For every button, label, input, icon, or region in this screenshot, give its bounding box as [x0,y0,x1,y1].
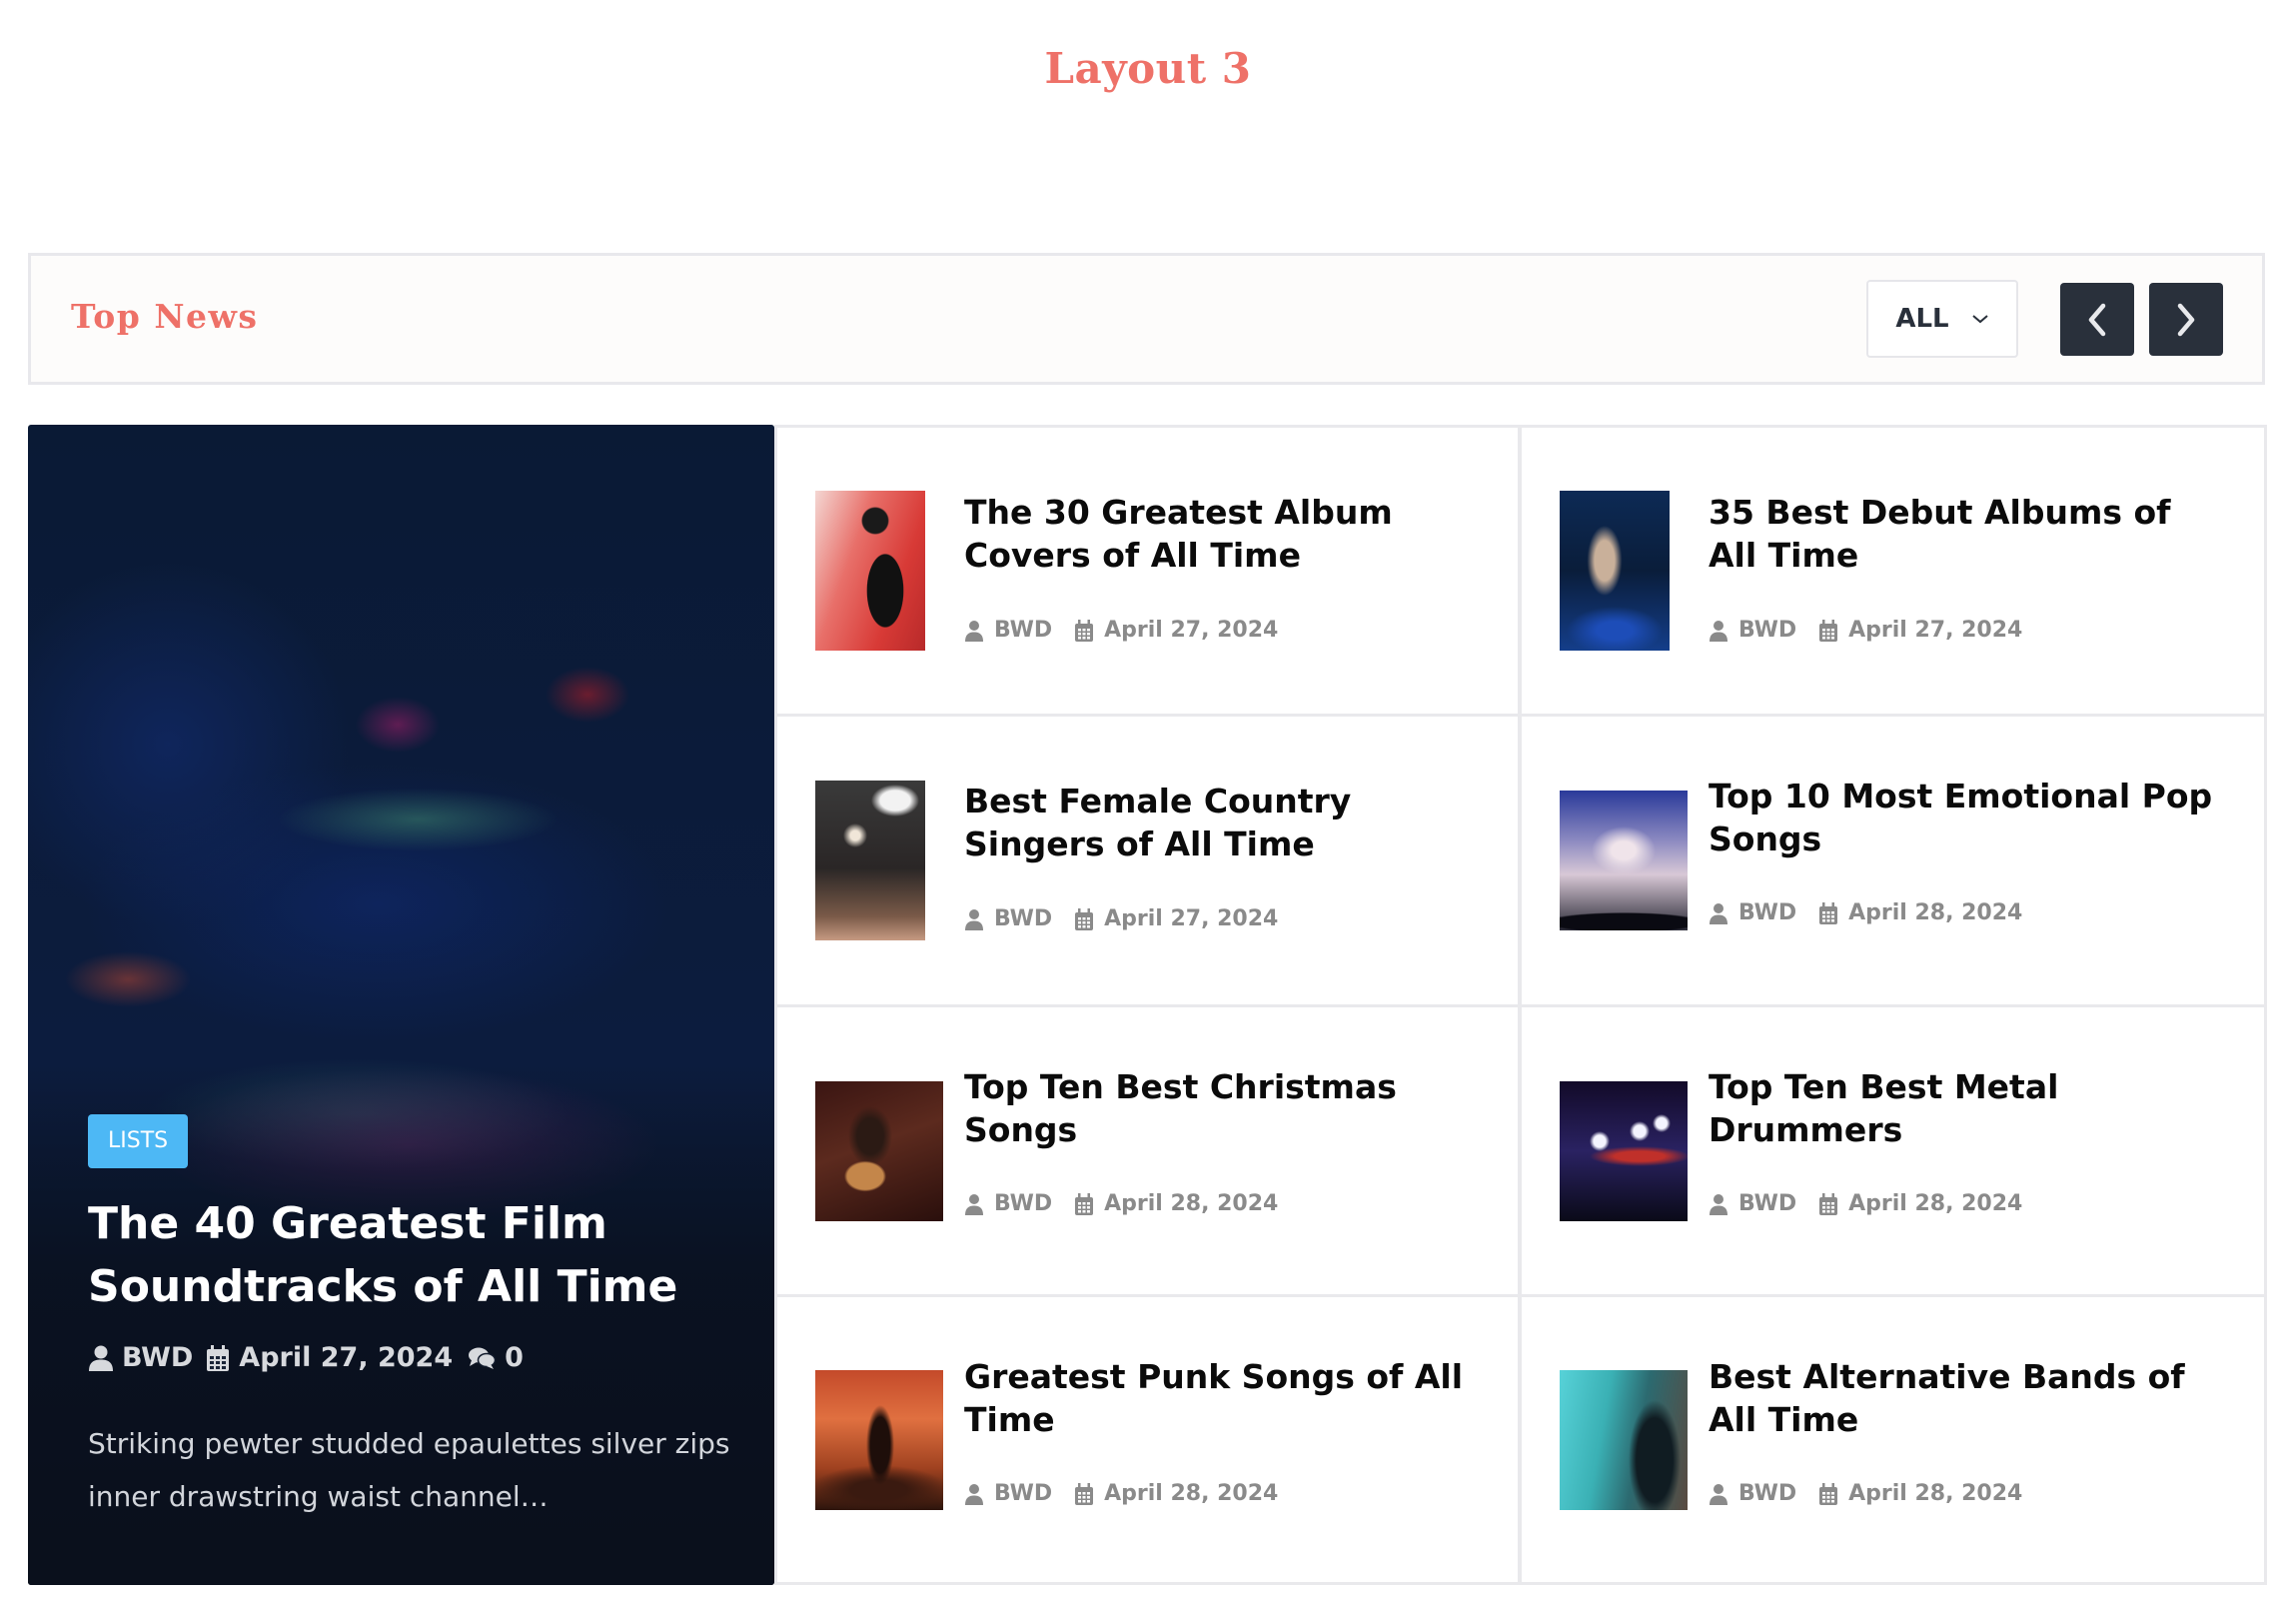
featured-author[interactable]: BWD [122,1342,193,1373]
post-author[interactable]: BWD [1738,1481,1796,1506]
calendar-icon [1819,901,1838,924]
post-title[interactable]: Top Ten Best Metal Drummers [1709,1065,2228,1151]
page-title: Layout 3 [1044,44,1252,93]
post-thumbnail[interactable] [1560,791,1688,930]
calendar-icon [1075,907,1094,930]
post-title[interactable]: Best Alternative Bands of All Time [1709,1355,2228,1441]
post-meta: BWD April 28, 2024 [1709,1481,2022,1506]
post-author[interactable]: BWD [1738,618,1796,643]
chevron-down-icon [1971,315,1988,324]
user-icon [965,1193,983,1215]
post-title[interactable]: Greatest Punk Songs of All Time [964,1355,1484,1441]
post-card[interactable]: The 30 Greatest Album Covers of All Time… [774,425,1521,717]
post-meta: BWD April 28, 2024 [964,1191,1278,1216]
section-title: Top News [71,297,259,336]
post-author[interactable]: BWD [994,906,1052,931]
user-icon [965,620,983,642]
post-author[interactable]: BWD [1738,1191,1796,1216]
post-date: April 28, 2024 [1104,1191,1279,1216]
post-date: April 28, 2024 [1104,1481,1279,1506]
post-author[interactable]: BWD [994,1191,1052,1216]
featured-post-card[interactable]: LISTS The 40 Greatest Film Soundtracks o… [28,425,774,1585]
chevron-right-icon [2177,303,2195,336]
filter-selected-value: ALL [1895,304,1949,334]
user-icon [1710,1483,1727,1505]
chevron-left-icon [2088,303,2106,336]
post-card[interactable]: Top Ten Best Metal Drummers BWD April 28… [1519,1004,2267,1297]
post-meta: BWD April 27, 2024 [1709,618,2022,643]
calendar-icon [1819,1192,1838,1215]
post-card[interactable]: Top 10 Most Emotional Pop Songs BWD Apri… [1519,714,2267,1007]
post-card[interactable]: Top Ten Best Christmas Songs BWD April 2… [774,1004,1521,1297]
post-title[interactable]: 35 Best Debut Albums of All Time [1709,491,2228,577]
featured-comment-count[interactable]: 0 [505,1342,524,1373]
calendar-icon [207,1344,230,1371]
next-button[interactable] [2149,283,2223,356]
post-title[interactable]: Best Female Country Singers of All Time [964,780,1484,865]
post-date: April 27, 2024 [1104,906,1279,931]
post-date: April 27, 2024 [1848,618,2023,643]
post-card[interactable]: Greatest Punk Songs of All Time BWD Apri… [774,1294,1521,1585]
category-filter-dropdown[interactable]: ALL [1866,280,2018,358]
post-card[interactable]: 35 Best Debut Albums of All Time BWD Apr… [1519,425,2267,717]
user-icon [89,1345,113,1371]
user-icon [1710,902,1727,924]
section-header: Top News ALL [28,253,2265,385]
featured-date: April 27, 2024 [239,1342,454,1373]
post-thumbnail[interactable] [1560,1080,1688,1221]
post-meta: BWD April 28, 2024 [1709,900,2022,925]
post-date: April 28, 2024 [1848,900,2023,925]
post-meta: BWD April 28, 2024 [1709,1191,2022,1216]
post-author[interactable]: BWD [1738,900,1796,925]
post-meta: BWD April 27, 2024 [964,618,1278,643]
post-title[interactable]: The 30 Greatest Album Covers of All Time [964,491,1484,577]
post-card[interactable]: Best Alternative Bands of All Time BWD A… [1519,1294,2267,1585]
comments-icon [469,1347,497,1369]
calendar-icon [1075,619,1094,642]
post-author[interactable]: BWD [994,618,1052,643]
post-thumbnail[interactable] [815,1080,943,1221]
featured-post-title[interactable]: The 40 Greatest Film Soundtracks of All … [88,1192,737,1318]
featured-post-meta: BWD April 27, 2024 0 [88,1342,737,1373]
featured-post-excerpt: Striking pewter studded epaulettes silve… [88,1427,730,1513]
featured-post-content: LISTS The 40 Greatest Film Soundtracks o… [88,1114,737,1523]
post-author[interactable]: BWD [994,1481,1052,1506]
post-thumbnail[interactable] [815,1369,943,1510]
calendar-icon [1819,1482,1838,1505]
prev-button[interactable] [2060,283,2134,356]
post-card[interactable]: Best Female Country Singers of All Time … [774,714,1521,1007]
post-title[interactable]: Top 10 Most Emotional Pop Songs [1709,775,2228,860]
post-meta: BWD April 27, 2024 [964,906,1278,931]
post-thumbnail[interactable] [815,491,925,651]
calendar-icon [1075,1482,1094,1505]
user-icon [965,1483,983,1505]
post-thumbnail[interactable] [1560,1369,1688,1510]
post-date: April 27, 2024 [1104,618,1279,643]
calendar-icon [1075,1192,1094,1215]
post-thumbnail[interactable] [815,781,925,940]
user-icon [1710,1193,1727,1215]
calendar-icon [1819,619,1838,642]
post-thumbnail[interactable] [1560,491,1670,651]
user-icon [965,908,983,930]
category-badge[interactable]: LISTS [88,1114,189,1168]
post-meta: BWD April 28, 2024 [964,1481,1278,1506]
post-title[interactable]: Top Ten Best Christmas Songs [964,1065,1484,1151]
user-icon [1710,620,1727,642]
post-date: April 28, 2024 [1848,1191,2023,1216]
post-date: April 28, 2024 [1848,1481,2023,1506]
